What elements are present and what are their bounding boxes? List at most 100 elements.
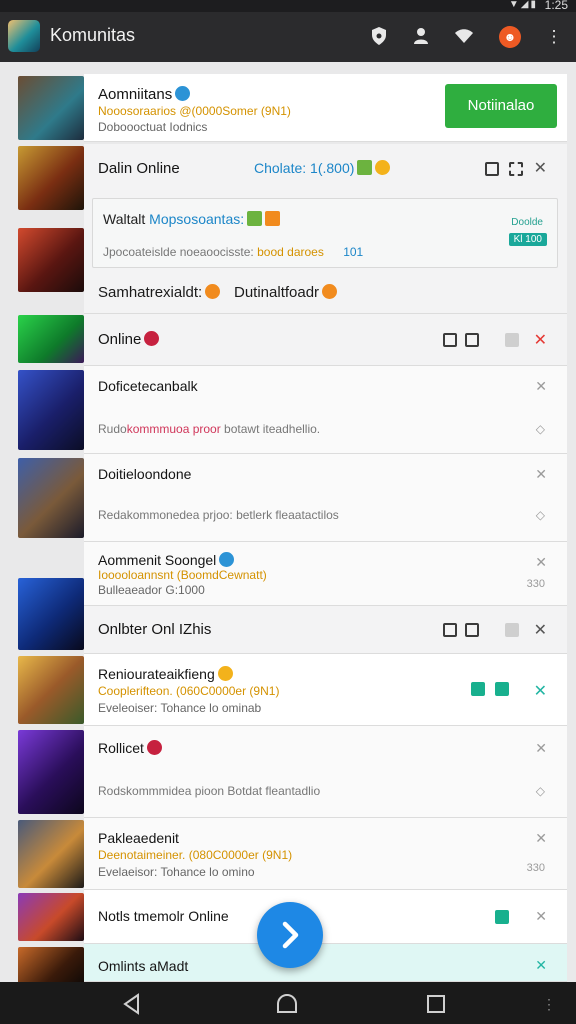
emoji-icon bbox=[265, 211, 281, 226]
chevron-icon[interactable]: ◇ bbox=[536, 784, 545, 798]
send-fab-button[interactable] bbox=[257, 902, 323, 968]
inner-message-card[interactable]: Waltalt Mopsosoantas: Jpocoateislde noea… bbox=[92, 198, 558, 268]
chevron-right-icon bbox=[282, 921, 299, 949]
nav-more-icon[interactable]: ⋮ bbox=[542, 996, 556, 1013]
close-icon[interactable]: ✕ bbox=[534, 620, 547, 640]
grid-icon[interactable] bbox=[465, 333, 479, 347]
item-meta: Doboooctuat Iodnics bbox=[98, 120, 208, 134]
close-icon[interactable]: ✕ bbox=[534, 158, 547, 178]
list-item-card[interactable]: Dalin Online Cholate: 1(.800) ✕ Waltalt … bbox=[84, 144, 567, 314]
close-icon[interactable]: ✕ bbox=[535, 554, 547, 571]
list-item-card[interactable]: Reniourateaikfieng Cooplerifteon. (060C0… bbox=[84, 654, 567, 726]
grid-icon[interactable] bbox=[509, 162, 523, 176]
close-icon[interactable]: ✕ bbox=[535, 957, 547, 974]
list-item[interactable]: Pakleaedenit Deenotaimeiner. (080C0000er… bbox=[18, 818, 567, 890]
shuffle-icon[interactable]: ✕ bbox=[534, 681, 547, 701]
list-item-card[interactable]: Aomniitans Nooosoraarios @(0000Somer (9N… bbox=[84, 74, 567, 142]
list-item[interactable]: Doficetecanbalk Rudokommmuoa proor botaw… bbox=[18, 366, 567, 454]
list-item-card[interactable]: Notls tmemolr Online ✕ bbox=[84, 890, 567, 944]
emoji-icon bbox=[357, 160, 373, 175]
close-icon[interactable]: ✕ bbox=[535, 466, 547, 483]
reaction-icon[interactable] bbox=[505, 623, 519, 637]
list-item-card[interactable]: Onlbter Onl IZhis ✕ bbox=[84, 606, 567, 654]
item-count: 330 bbox=[526, 862, 545, 874]
orange-badge-icon[interactable]: ☻ bbox=[499, 26, 521, 48]
message-icon[interactable] bbox=[495, 910, 509, 924]
avatar bbox=[18, 656, 84, 724]
avatar bbox=[18, 947, 84, 982]
app-title: Komunitas bbox=[50, 25, 136, 45]
status-badge: Kl 100 bbox=[508, 233, 547, 246]
list-item[interactable]: Rollicet Rodskommmidea pioon Botdat flea… bbox=[18, 726, 567, 818]
list-item[interactable]: Reniourateaikfieng Cooplerifteon. (060C0… bbox=[18, 654, 567, 726]
list-item[interactable]: Onlbter Onl IZhis ✕ bbox=[18, 606, 567, 654]
play-icon[interactable] bbox=[495, 682, 509, 696]
list-item-card[interactable]: Rollicet Rodskommmidea pioon Botdat flea… bbox=[84, 726, 567, 818]
recents-icon[interactable] bbox=[424, 992, 448, 1016]
item-row-left: Samhatrexialdt: bbox=[98, 284, 221, 301]
emoji-icon bbox=[219, 552, 235, 567]
chevron-icon[interactable]: ◇ bbox=[536, 422, 545, 436]
avatar bbox=[18, 228, 84, 292]
person-icon[interactable] bbox=[410, 26, 432, 48]
avatar bbox=[18, 315, 84, 363]
inner-message: Jpocoateislde noeaoocisste: bood daroes … bbox=[103, 245, 364, 259]
item-subtitle: Nooosoraarios @(0000Somer (9N1) bbox=[98, 104, 291, 118]
item-title: Rollicet bbox=[98, 740, 162, 756]
item-message: Rodskommmidea pioon Botdat fleantadlio bbox=[98, 784, 321, 798]
avatar bbox=[18, 893, 84, 941]
close-icon[interactable]: ✕ bbox=[535, 378, 547, 395]
status-time: 1:25 bbox=[544, 0, 568, 12]
emoji-icon bbox=[247, 211, 263, 226]
list-item-card[interactable]: Pakleaedenit Deenotaimeiner. (080C0000er… bbox=[84, 818, 567, 890]
more-vert-icon[interactable]: ⋮ bbox=[543, 26, 565, 48]
close-icon[interactable]: ✕ bbox=[534, 330, 547, 350]
item-title: Reniourateaikfieng bbox=[98, 666, 233, 682]
list-item-card[interactable]: Doficetecanbalk Rudokommmuoa proor botaw… bbox=[84, 366, 567, 454]
list-item-card[interactable]: Online ✕ bbox=[84, 314, 567, 366]
avatar bbox=[18, 820, 84, 888]
app-bar: Komunitas ☻ ⋮ bbox=[0, 12, 576, 62]
status-text: Cholate: 1(.800) bbox=[254, 160, 391, 176]
status-bar: ▼◢▮ 1:25 bbox=[0, 0, 576, 12]
close-icon[interactable]: ✕ bbox=[535, 830, 547, 847]
item-meta: Evelaeisor: Tohance lo omino bbox=[98, 865, 255, 879]
item-title: Aomniitans bbox=[98, 86, 191, 103]
list-item[interactable]: Aomniitans Nooosoraarios @(0000Somer (9N… bbox=[18, 74, 567, 142]
list-item[interactable]: Dalin Online Cholate: 1(.800) ✕ Waltalt … bbox=[18, 144, 567, 314]
emoji-icon bbox=[217, 666, 233, 681]
emoji-icon bbox=[322, 284, 338, 299]
grid-icon[interactable] bbox=[465, 623, 479, 637]
notification-button[interactable]: Notiinalao bbox=[445, 84, 557, 128]
shield-icon[interactable] bbox=[368, 26, 390, 48]
signal-icons: ▼◢▮ bbox=[508, 0, 538, 10]
item-meta: Eveleoiser: Tohance lo ominab bbox=[98, 701, 262, 715]
list-item[interactable]: Doitieloondone Redakommonedea prjoo: bet… bbox=[18, 454, 567, 542]
close-icon[interactable]: ✕ bbox=[535, 908, 547, 925]
list-icon[interactable] bbox=[443, 623, 457, 637]
chevron-icon[interactable]: ◇ bbox=[536, 508, 545, 522]
item-row-right: Dutinaltfoadr bbox=[234, 284, 338, 301]
avatar bbox=[18, 146, 84, 210]
home-icon[interactable] bbox=[275, 992, 299, 1016]
item-title: Onlbter Onl IZhis bbox=[98, 621, 212, 638]
list-item-card[interactable]: Doitieloondone Redakommonedea prjoo: bet… bbox=[84, 454, 567, 542]
list-item-card[interactable]: Omlints aMadt ✕ bbox=[84, 944, 567, 982]
list-item[interactable]: Online ✕ bbox=[18, 314, 567, 366]
list-icon[interactable] bbox=[485, 162, 499, 176]
app-logo bbox=[8, 20, 40, 52]
avatar bbox=[18, 370, 84, 450]
item-title: Dalin Online bbox=[98, 160, 180, 177]
message-icon[interactable] bbox=[471, 682, 485, 696]
list-icon[interactable] bbox=[443, 333, 457, 347]
close-icon[interactable]: ✕ bbox=[535, 740, 547, 757]
emoji-icon bbox=[146, 740, 162, 755]
wifi-icon[interactable] bbox=[453, 26, 475, 48]
avatar bbox=[18, 76, 84, 140]
item-title: Pakleaedenit bbox=[98, 830, 179, 846]
reaction-icon[interactable] bbox=[505, 333, 519, 347]
item-subtitle: Cooplerifteon. (060C0000er (9N1) bbox=[98, 684, 280, 698]
item-message: Redakommonedea prjoo: betlerk fleaatacti… bbox=[98, 508, 339, 522]
item-title: Doitieloondone bbox=[98, 466, 192, 482]
back-icon[interactable] bbox=[120, 992, 144, 1016]
